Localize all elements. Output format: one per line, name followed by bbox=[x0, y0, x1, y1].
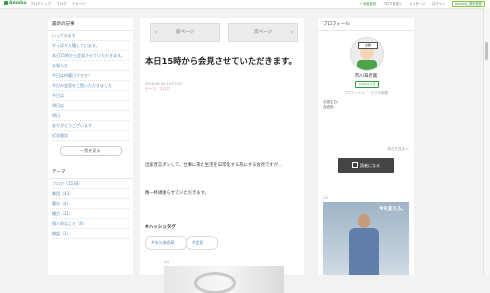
official-badge: Ameba公式 bbox=[355, 81, 379, 88]
message-link[interactable]: メッセージ bbox=[409, 2, 425, 6]
theme-item[interactable]: 個人的なこと（6） bbox=[52, 219, 129, 229]
main-article: ‹ 前ページ 次ページ › 本日15時から会見させていただきます。 2016-0… bbox=[140, 18, 304, 293]
article-body-paragraph: 精一杯頑張らせていただきます。 bbox=[145, 191, 209, 196]
profile-links[interactable]: プロフィール ｜ ピグの部屋 bbox=[318, 91, 414, 96]
article-title: 本日15時から会見させていただきます。 bbox=[145, 56, 297, 66]
become-reader-button[interactable]: 読者になる bbox=[338, 158, 394, 173]
ring-image bbox=[194, 272, 236, 293]
profile-name[interactable]: 市川海老蔵 bbox=[318, 73, 414, 79]
write-blog-link[interactable]: ブログを書く bbox=[383, 2, 402, 6]
theme-title: テーマ bbox=[48, 166, 133, 179]
reader-icon bbox=[352, 162, 358, 168]
theme-item[interactable]: 稽古（31） bbox=[52, 209, 129, 219]
recent-article-item[interactable]: やっぱり入籍しています。 bbox=[52, 41, 129, 51]
recent-article-item[interactable]: 今日は bbox=[52, 91, 129, 101]
hashtag-title: #ハッシュタグ bbox=[145, 225, 176, 230]
prev-page-button[interactable]: ‹ 前ページ bbox=[150, 23, 220, 42]
follow-link[interactable]: + 読者登録 bbox=[360, 2, 376, 6]
hashtag-chip[interactable]: #会見 bbox=[186, 236, 218, 250]
hashtag-chip[interactable]: #市川海老蔵 bbox=[145, 236, 187, 250]
theme-item[interactable]: 雑談（1） bbox=[52, 229, 129, 239]
avatar[interactable]: 必勝 bbox=[350, 37, 384, 71]
header-nav-ameba[interactable]: アメーバ bbox=[72, 2, 86, 6]
header-nav-blog[interactable]: ブログ bbox=[56, 2, 67, 6]
right-sidebar: プロフィール 必勝 市川海老蔵 Ameba公式 プロフィール ｜ ピグの部屋 お… bbox=[318, 18, 414, 275]
profile-title: プロフィール bbox=[318, 18, 414, 31]
recent-article-item[interactable]: 近況報告 bbox=[52, 131, 129, 141]
chevron-right-icon: › bbox=[290, 29, 293, 36]
ad-person-body bbox=[349, 228, 379, 275]
recent-article-item[interactable]: 今日は何曜日ですか？ bbox=[52, 71, 129, 81]
ad-person-head bbox=[358, 214, 370, 228]
theme-list: ブログ（1530） 劇団（43） 舞台（4） 稽古（31） 個人的なこと（6） … bbox=[48, 179, 133, 239]
theme-item[interactable]: ブログ（1530） bbox=[52, 179, 129, 189]
theme-item[interactable]: 劇団（43） bbox=[52, 189, 129, 199]
login-link[interactable]: ログイン bbox=[432, 2, 445, 6]
blood-type-line: 血液型： bbox=[323, 105, 337, 109]
show-list-button[interactable]: 一覧を見る bbox=[59, 146, 122, 156]
recent-article-item[interactable]: 今日の会見をご覧いただきました bbox=[52, 81, 129, 91]
chevron-left-icon: ‹ bbox=[155, 29, 158, 36]
recent-article-item[interactable]: 明日は bbox=[52, 101, 129, 111]
ad-caption: 今を変えろ。 bbox=[379, 207, 406, 212]
next-page-button[interactable]: 次ページ › bbox=[228, 23, 298, 42]
profile-details: お誕生日： 血液型： bbox=[323, 100, 341, 110]
ad-label: AD bbox=[164, 260, 170, 264]
ad-label: AD bbox=[323, 196, 329, 200]
recent-article-item[interactable]: 明日 bbox=[52, 111, 129, 121]
ad-banner-person[interactable]: 今を変えろ。 bbox=[323, 202, 409, 275]
scrollbar-thumb[interactable] bbox=[485, 42, 488, 60]
recent-article-item[interactable]: ありがとうございます bbox=[52, 121, 129, 131]
recent-articles-list: いってきます やっぱり入籍しています。 本日15時から会見させていただきます。 … bbox=[48, 31, 133, 141]
avatar-body bbox=[357, 60, 377, 70]
header-nav: ブログトップ ブログ アメーバ bbox=[30, 0, 90, 8]
ameba-logo-icon bbox=[4, 0, 8, 5]
recent-article-item[interactable]: お知らせ bbox=[52, 61, 129, 71]
recent-articles-title: 最新の記事 bbox=[48, 18, 133, 31]
avatar-headband: 必勝 bbox=[358, 42, 378, 49]
read-more-link[interactable]: 続きを見る > bbox=[387, 147, 409, 152]
article-body-paragraph: 出家宣言ポンして、仕事に来た生活を日常化する為にする会見ですが… bbox=[145, 163, 283, 168]
recent-article-item[interactable]: いってきます bbox=[52, 31, 129, 41]
recent-article-item[interactable]: 本日15時から会見させていただきます。 bbox=[52, 51, 129, 61]
header-nav-blog-top[interactable]: ブログトップ bbox=[30, 2, 51, 6]
theme-item[interactable]: 舞台（4） bbox=[52, 199, 129, 209]
ameba-logo[interactable]: Ameba bbox=[4, 0, 26, 8]
header-right-links: + 読者登録 ブログを書く メッセージ ログイン Amebaに無料登録 bbox=[354, 0, 485, 8]
signup-button[interactable]: Amebaに無料登録 bbox=[451, 1, 485, 7]
ad-banner-ring[interactable] bbox=[164, 266, 284, 293]
article-theme-link[interactable]: テーマ：ブログ bbox=[145, 87, 182, 92]
left-sidebar: 最新の記事 いってきます やっぱり入籍しています。 本日15時から会見させていた… bbox=[48, 18, 133, 275]
ad-person-image bbox=[349, 214, 379, 275]
article-meta: 2016-06-04 14:53:47 テーマ：ブログ bbox=[145, 82, 182, 92]
top-header: Ameba ブログトップ ブログ アメーバ + 読者登録 ブログを書く メッセー… bbox=[0, 0, 490, 9]
